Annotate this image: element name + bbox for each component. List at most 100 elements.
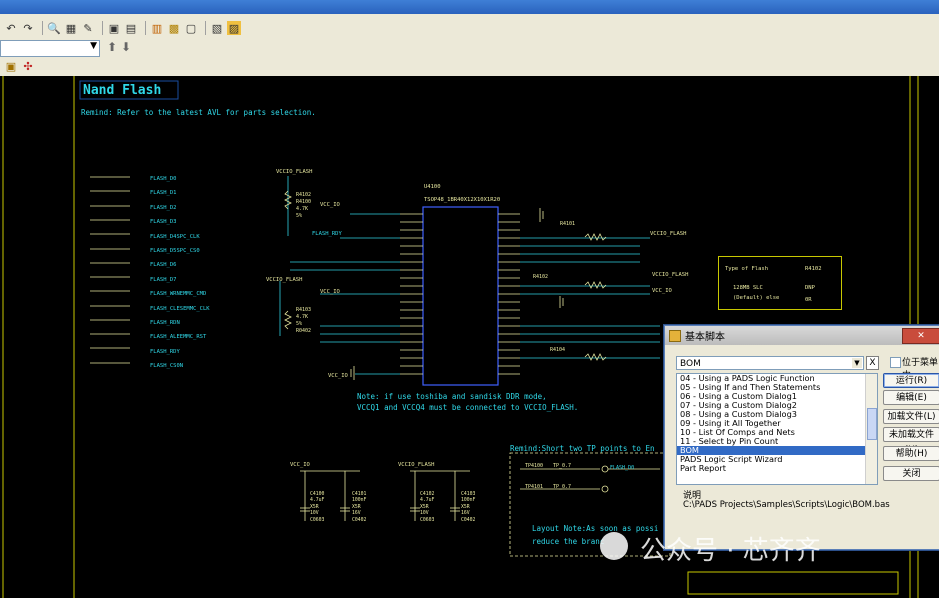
help-button[interactable]: 帮助(H)	[883, 446, 939, 461]
net-label: FLASH_D0	[150, 176, 177, 182]
schematic-title: Nand Flash	[83, 83, 162, 98]
note-line-1: Note: if use toshiba and sandisk DDR mod…	[357, 392, 547, 401]
resistor-tolerance: 5%	[296, 321, 303, 327]
rail-label: VCCIO_FLASH	[650, 231, 687, 237]
resistor-ref: R4102	[296, 192, 312, 198]
redo-icon[interactable]: ↷	[21, 21, 35, 35]
chevron-down-icon[interactable]: ▼	[90, 41, 97, 51]
arrow-down-icon[interactable]: ⬇	[121, 40, 131, 54]
net-label: FLASH_CLESEMMC_CLK	[150, 305, 210, 312]
ic-ref: U4100	[424, 184, 441, 190]
net-label: FLASH_D3	[150, 219, 177, 226]
cap-value: 4.7uF	[420, 498, 435, 504]
cap-value: 4.7uF	[310, 498, 325, 504]
watermark-text: 公众号 · 芯齐齐	[640, 536, 821, 566]
capacitor-label: C4103 100nF X5R 16V C0402	[461, 492, 475, 524]
export-icon[interactable]: ▣	[4, 59, 18, 73]
unload-file-button[interactable]: 未加载文件(U)	[883, 427, 939, 455]
resistor-package: R0402	[296, 328, 312, 334]
table-cell: DNP	[805, 285, 815, 291]
resistor-value: 4.7K	[296, 206, 309, 212]
print-icon[interactable]: ▨	[227, 21, 241, 35]
route-icon[interactable]: ✎	[81, 21, 95, 35]
layout-note-2: reduce the branc	[532, 537, 605, 546]
toolbar-separator	[205, 21, 206, 35]
chevron-down-icon[interactable]: ▼	[852, 358, 862, 368]
resistor-ref: R4100	[296, 199, 312, 205]
capacitor-label: C4100 4.7uF X5R 10V C0603	[310, 492, 324, 524]
cap-package: C0402	[461, 517, 476, 523]
netlist-icon[interactable]: ▤	[124, 21, 138, 35]
edit-button[interactable]: 编辑(E)	[883, 390, 939, 405]
arrow-up-icon[interactable]: ⬆	[107, 40, 117, 54]
cross-probe-icon[interactable]: ✣	[21, 59, 35, 73]
dialog-title: 基本脚本	[685, 332, 725, 343]
net-label: FLASH_D0	[610, 465, 635, 471]
cap-value: 100nF	[461, 498, 476, 504]
resistor-ref: R4102	[533, 274, 549, 280]
script-combo-value: BOM	[680, 359, 701, 369]
watermark: 公众号 · 芯齐齐	[600, 530, 821, 567]
net-label: FLASH_D2	[150, 204, 177, 211]
rail-label: VCCIO_FLASH	[276, 169, 313, 175]
net-label: FLASH_D5SPC_CS0	[150, 248, 200, 255]
rail-label: VCC_IO	[652, 288, 672, 294]
table-cell: (Default) else	[733, 295, 780, 301]
list-scrollbar[interactable]	[865, 374, 877, 484]
net-label: FLASH_D7	[150, 276, 177, 283]
net-label: FLASH_RDY	[312, 231, 342, 237]
table-cell: 0R	[805, 297, 812, 303]
testpoint-ref: TP4100	[525, 463, 544, 469]
schematic-remind: Remind: Refer to the latest AVL for part…	[81, 108, 316, 117]
close-icon[interactable]: ✕	[902, 328, 939, 344]
in-menu-checkbox[interactable]	[890, 357, 901, 368]
flash-type-table: Type of Flash R4102 128MB SLC DNP (Defau…	[718, 256, 842, 310]
remind-short: Remind:Short two TP points to En	[510, 444, 655, 453]
close-button[interactable]: 关闭	[883, 466, 939, 481]
capacitor-label: C4101 100nF X5R 16V C0402	[352, 492, 366, 524]
script-combo[interactable]: BOM ▼	[676, 356, 864, 370]
list-item[interactable]: 11 - Select by Pin Count	[677, 437, 877, 446]
net-label: FLASH_D4SPC_CLK	[150, 233, 200, 240]
resistor-ref: R4101	[560, 221, 576, 227]
toolbar: ↶ ↷ 🔍 ▦ ✎ ▣ ▤ ▥ ▩ ▢ ▧ ▨ ▼ ⬆ ⬇ ▣ ✣	[0, 14, 939, 77]
dialog-title-bar[interactable]: 基本脚本 ✕	[665, 326, 939, 345]
toolbar-separator	[145, 21, 146, 35]
clear-button[interactable]: X	[866, 356, 879, 370]
rail-label: VCC_IO	[290, 462, 310, 468]
rail-label: VCCIO_FLASH	[652, 272, 689, 278]
resistor-label: R4103 4.7K 5% R0402	[296, 307, 311, 335]
layer-combo[interactable]: ▼	[0, 40, 100, 57]
component-icon[interactable]: ▣	[107, 21, 121, 35]
resistor-ref: R4103	[296, 307, 312, 313]
left-net-list: FLASH_D0 FLASH_D1 FLASH_D2 FLASH_D3 FLAS…	[150, 172, 210, 374]
window-icon[interactable]: ▢	[184, 21, 198, 35]
rail-label: VCC_IO	[320, 202, 340, 208]
board-icon[interactable]: ▦	[64, 21, 78, 35]
net-label: FLASH_RDN	[150, 320, 180, 327]
cap-package: C0603	[310, 517, 325, 523]
scrollbar-thumb[interactable]	[867, 408, 877, 440]
rail-label: VCC_IO	[320, 289, 340, 295]
basic-scripts-dialog: 基本脚本 ✕ BOM ▼ X 位于菜单中 04 - Using a PADS L…	[664, 325, 939, 550]
run-button[interactable]: 运行(R)	[883, 373, 939, 388]
toolbar-row-3: ▣ ✣	[4, 56, 38, 76]
script-list[interactable]: 04 - Using a PADS Logic Function 05 - Us…	[676, 373, 878, 485]
report-icon[interactable]: ▧	[210, 21, 224, 35]
cap-value: 100nF	[352, 498, 367, 504]
toolbar-separator	[42, 21, 43, 35]
resistor-value: 4.7K	[296, 314, 309, 320]
chart-icon[interactable]: ▥	[150, 21, 164, 35]
script-icon	[669, 329, 681, 342]
testpoint-net: TP_0.7	[553, 463, 572, 469]
cap-package: C0603	[420, 517, 435, 523]
list-item[interactable]: Part Report	[677, 464, 877, 473]
load-file-button[interactable]: 加载文件(L)	[883, 409, 939, 424]
layer-icon[interactable]: ▩	[167, 21, 181, 35]
table-header: Type of Flash	[725, 266, 769, 272]
zoom-icon[interactable]: 🔍	[47, 21, 61, 35]
undo-icon[interactable]: ↶	[4, 21, 18, 35]
resistor-ref: R4104	[550, 347, 566, 353]
net-label: FLASH_RDY	[150, 348, 180, 355]
cap-package: C0402	[352, 517, 367, 523]
